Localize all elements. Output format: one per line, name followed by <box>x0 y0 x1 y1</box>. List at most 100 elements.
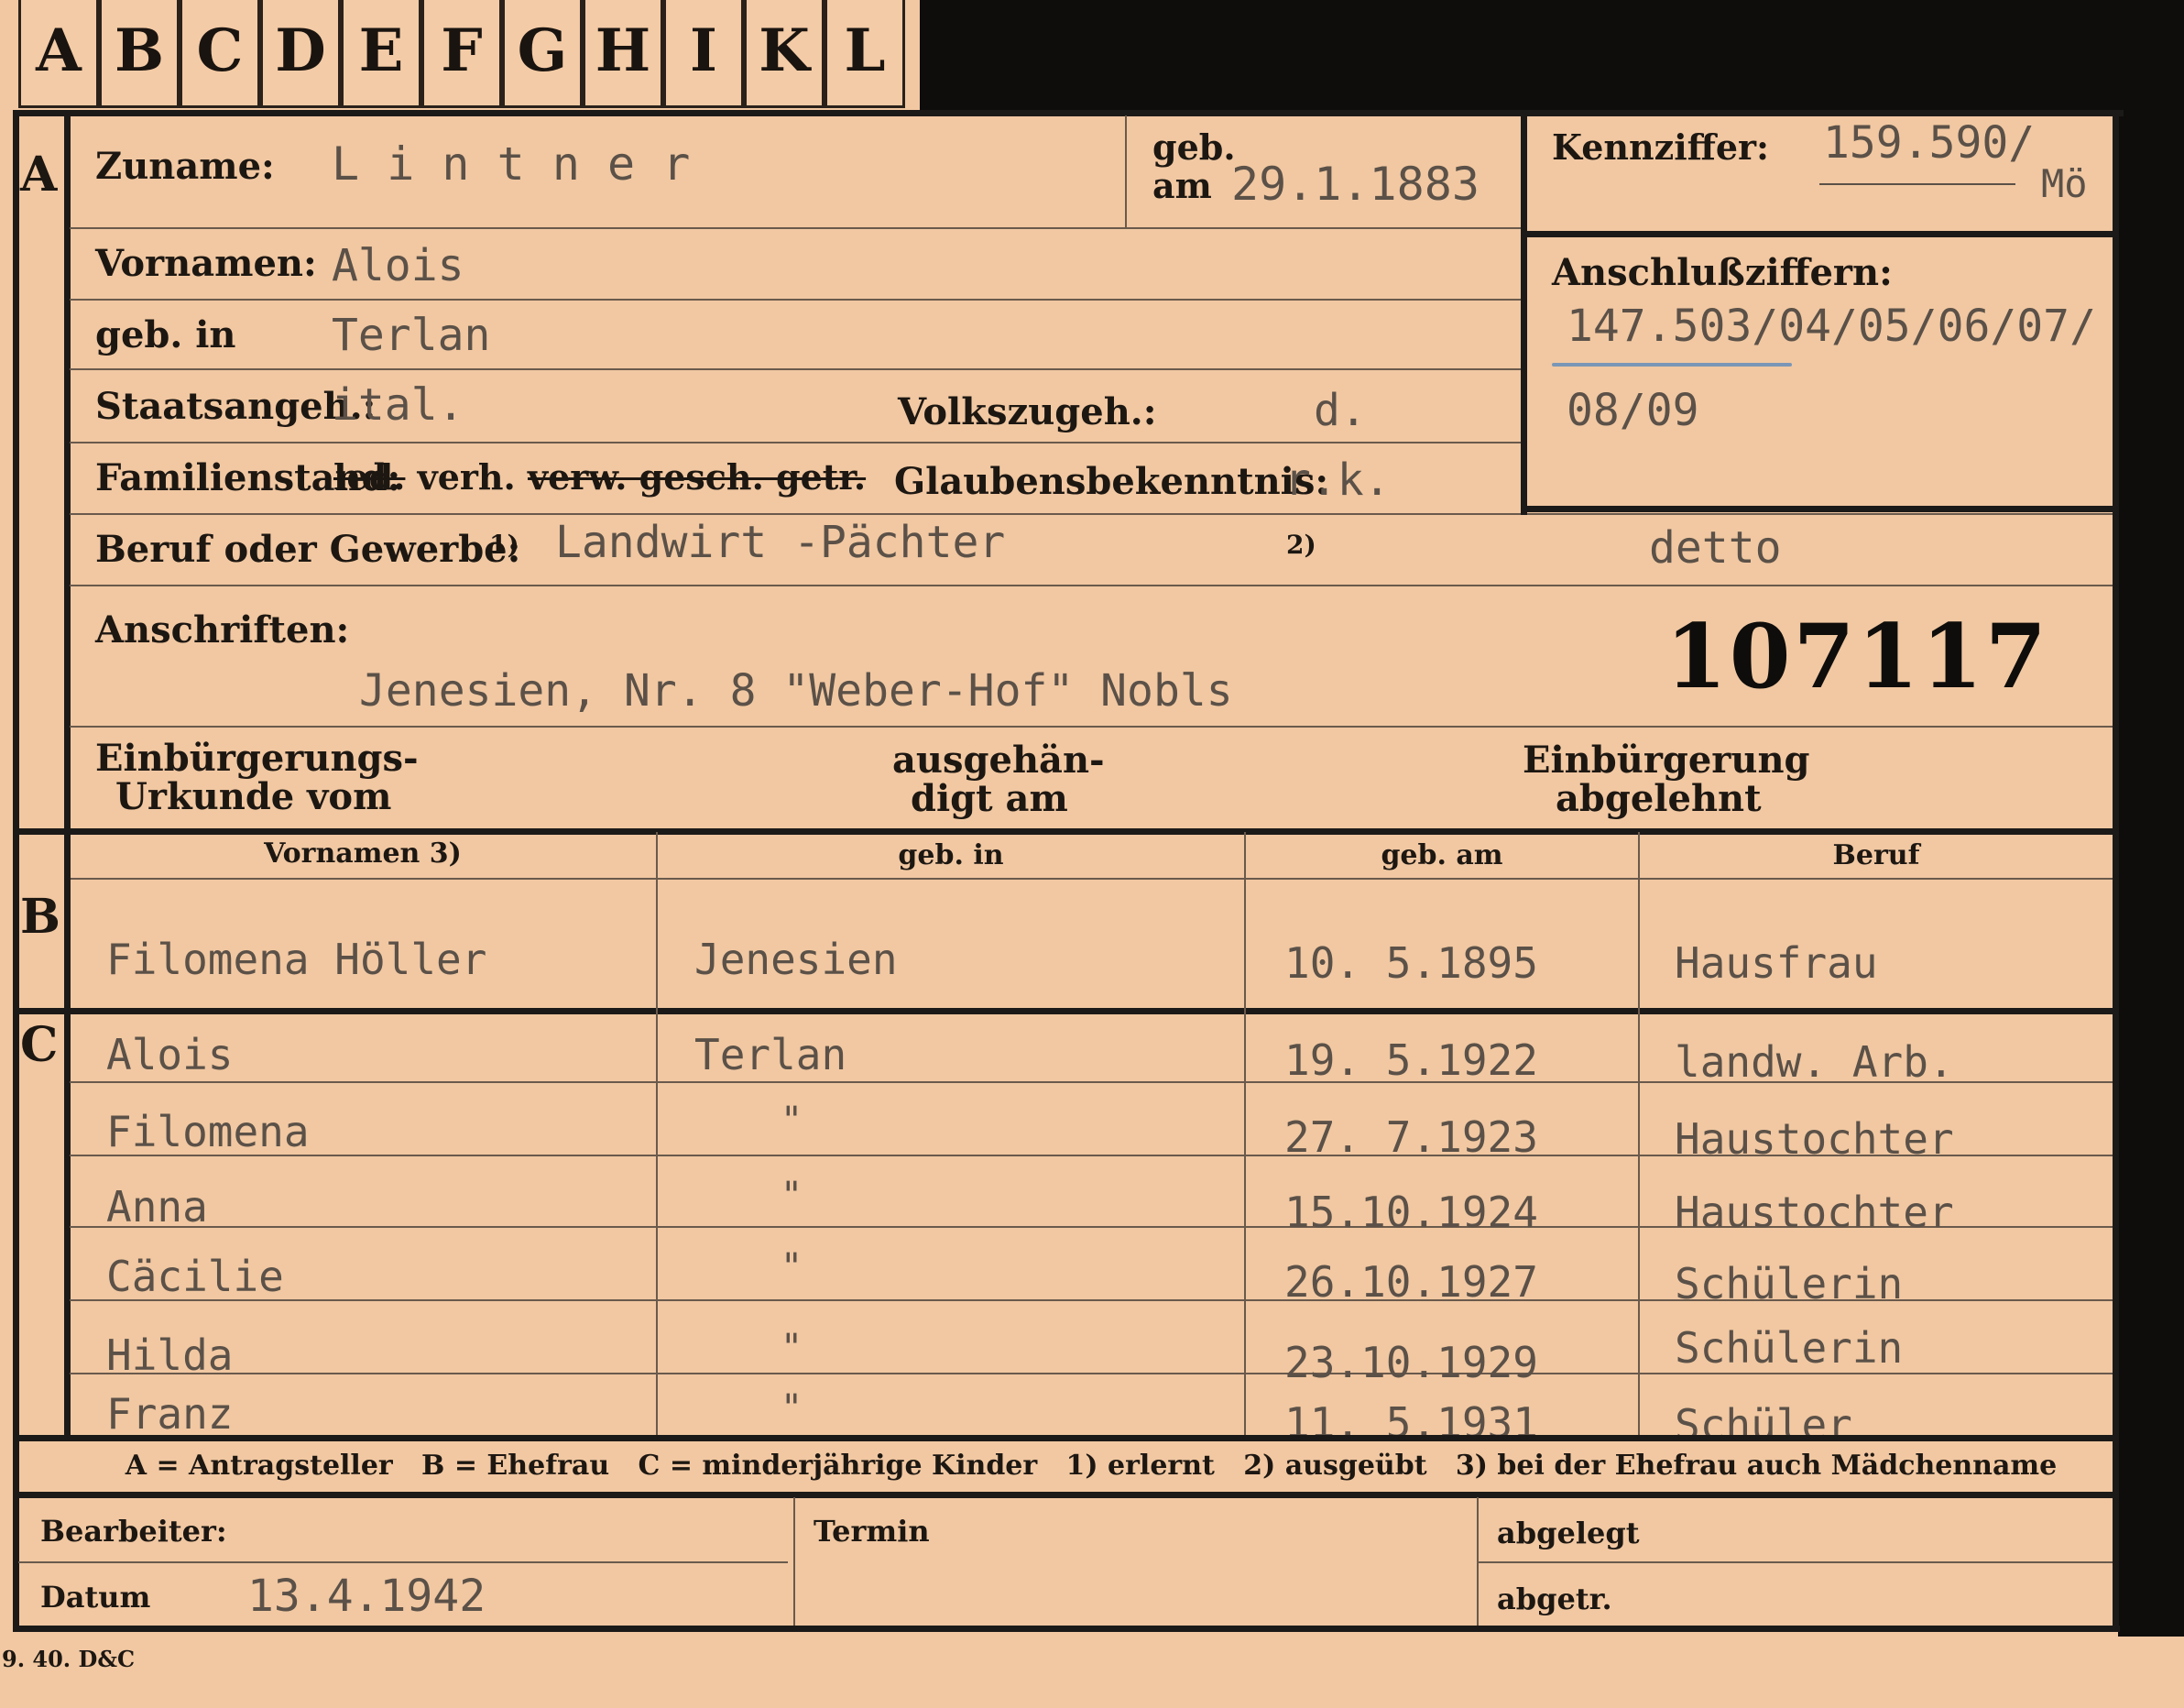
removed-label: abgetr. <box>1497 1582 1612 1616</box>
citizenship-value[interactable]: ital. <box>332 379 464 431</box>
table-row[interactable]: Cäcilie " 26.10.1927 Schülerin <box>70 1244 2113 1308</box>
tab-l[interactable]: L <box>824 0 905 108</box>
address-value[interactable]: Jenesien, Nr. 8 "Weber-Hof" Nobls <box>359 665 1233 717</box>
frame-left <box>13 110 19 1631</box>
tab-g[interactable]: G <box>502 0 583 108</box>
print-code: 9. 40. D&C <box>2 1646 136 1672</box>
col-header-job: Beruf <box>1832 839 1920 871</box>
birthplace-value[interactable]: Terlan <box>332 310 490 361</box>
tab-e[interactable]: E <box>341 0 421 108</box>
firstnames-value[interactable]: Alois <box>332 240 464 291</box>
filed-label: abgelegt <box>1497 1516 1640 1550</box>
child-name: Franz <box>106 1389 234 1435</box>
marital-rest-struck: verw. gesch. getr. <box>528 456 867 498</box>
section-b-top <box>13 828 2116 835</box>
legend-top <box>13 1435 2116 1441</box>
dark-right-edge <box>2118 115 2184 1637</box>
child-job: Schülerin <box>1675 1323 1904 1373</box>
surname-value[interactable]: L i n t n e r <box>332 137 690 191</box>
ethnicity-value[interactable]: d. <box>1314 385 1367 436</box>
child-birthdate: 26.10.1927 <box>1284 1257 1538 1307</box>
child-job: Schülerin <box>1675 1259 1904 1308</box>
deadline-label: Termin <box>814 1514 930 1549</box>
child-birthplace: Terlan <box>694 1030 847 1079</box>
table-row[interactable]: Franz " 11. 5.1931 Schüler <box>70 1384 2113 1435</box>
line-address <box>70 726 2113 728</box>
surname-label: Zuname: <box>95 145 275 188</box>
rejected-label-2: abgelehnt <box>1556 777 1762 820</box>
date-label: Datum <box>40 1580 151 1615</box>
tab-c[interactable]: C <box>180 0 260 108</box>
col-header-firstnames: Vornamen 3) <box>264 838 462 870</box>
child-birthplace: " <box>781 1246 803 1288</box>
frame-right <box>2113 110 2119 1631</box>
id-suffix[interactable]: Mö <box>2041 161 2088 206</box>
tab-d[interactable]: D <box>260 0 341 108</box>
profession-value-2[interactable]: detto <box>1649 522 1782 574</box>
child-birthplace: " <box>781 1175 803 1217</box>
child-job: landw. Arb. <box>1675 1037 1954 1087</box>
naturalization-doc-label-1: Einbürgerungs- <box>95 737 419 780</box>
footer-divider-1 <box>793 1497 795 1626</box>
child-birthdate: 11. 5.1931 <box>1284 1398 1538 1435</box>
firstnames-label: Vornamen: <box>95 242 317 285</box>
tab-h[interactable]: H <box>583 0 663 108</box>
spouse-birthplace: Jenesien <box>694 935 898 984</box>
tab-i[interactable]: I <box>663 0 744 108</box>
clerk-label: Bearbeiter: <box>40 1514 227 1549</box>
line-firstnames <box>70 299 1521 301</box>
religion-value[interactable]: r.k. <box>1284 454 1391 506</box>
linked-value-1[interactable]: 147.503/04/05/06/07/ <box>1567 301 2096 352</box>
linked-value-2[interactable]: 08/09 <box>1567 385 1699 436</box>
address-label: Anschriften: <box>95 608 350 651</box>
footer-mid-line-right <box>1479 1561 2113 1563</box>
dark-top-band <box>920 0 2184 115</box>
box-id-bottom <box>1521 506 2116 512</box>
handed-label-2: digt am <box>911 777 1068 820</box>
tab-b[interactable]: B <box>99 0 180 108</box>
table-row[interactable]: Hilda " 23.10.1929 Schülerin <box>70 1319 2113 1387</box>
table-row[interactable]: Anna " 15.10.1924 Haustochter <box>70 1173 2113 1237</box>
marital-led-struck: led. <box>333 456 406 498</box>
rejected-label-1: Einbürgerung <box>1523 739 1810 782</box>
tab-a[interactable]: A <box>18 0 99 108</box>
profession-mark-1: 1) <box>489 530 519 560</box>
profession-mark-2: 2) <box>1286 530 1316 560</box>
legend-text: A = Antragsteller B = Ehefrau C = minder… <box>125 1450 2058 1482</box>
naturalization-doc-label-2: Urkunde vom <box>115 775 392 818</box>
spouse-job: Hausfrau <box>1675 938 1878 988</box>
profession-value-1[interactable]: Landwirt -Pächter <box>555 517 1005 568</box>
line-profession <box>70 585 2113 586</box>
stamp-number: 107117 <box>1665 605 2049 708</box>
spouse-name: Filomena Höller <box>106 935 487 984</box>
born-label-1: geb. <box>1152 126 1236 168</box>
child-name: Hilda <box>106 1330 234 1380</box>
spouse-birthdate: 10. 5.1895 <box>1284 938 1538 988</box>
tab-f[interactable]: F <box>421 0 502 108</box>
line-marital <box>70 513 2113 515</box>
spouse-row[interactable]: Filomena Höller Jenesien 10. 5.1895 Haus… <box>70 925 2113 990</box>
box-id-left <box>1521 115 1527 515</box>
table-row[interactable]: Alois Terlan 19. 5.1922 landw. Arb. <box>70 1024 2113 1087</box>
divider-born <box>1125 115 1127 227</box>
id-value[interactable]: 159.590/ <box>1823 117 2035 169</box>
table-header-line <box>70 878 2113 880</box>
date-value[interactable]: 13.4.1942 <box>247 1571 486 1622</box>
child-job: Haustochter <box>1675 1114 1954 1164</box>
child-birthplace: " <box>781 1387 803 1429</box>
section-c-top <box>13 1008 2116 1014</box>
birthplace-label: geb. in <box>95 313 236 356</box>
child-birthdate: 23.10.1929 <box>1284 1338 1538 1387</box>
child-job: Schüler <box>1675 1400 1852 1435</box>
section-a-marker: A <box>20 147 58 203</box>
id-label: Kennziffer: <box>1552 126 1770 168</box>
tab-k[interactable]: K <box>744 0 824 108</box>
handed-label-1: ausgehän- <box>892 739 1105 782</box>
col-header-birthplace: geb. in <box>898 839 1004 871</box>
line-surname <box>70 227 1521 229</box>
marital-option-single[interactable]: led. verh. verw. gesch. getr. <box>333 456 866 498</box>
line-birthplace <box>70 368 1521 370</box>
born-date-value[interactable]: 29.1.1883 <box>1231 158 1480 211</box>
marital-verh: verh. <box>417 456 516 498</box>
table-row[interactable]: Filomena " 27. 7.1923 Haustochter <box>70 1100 2113 1164</box>
